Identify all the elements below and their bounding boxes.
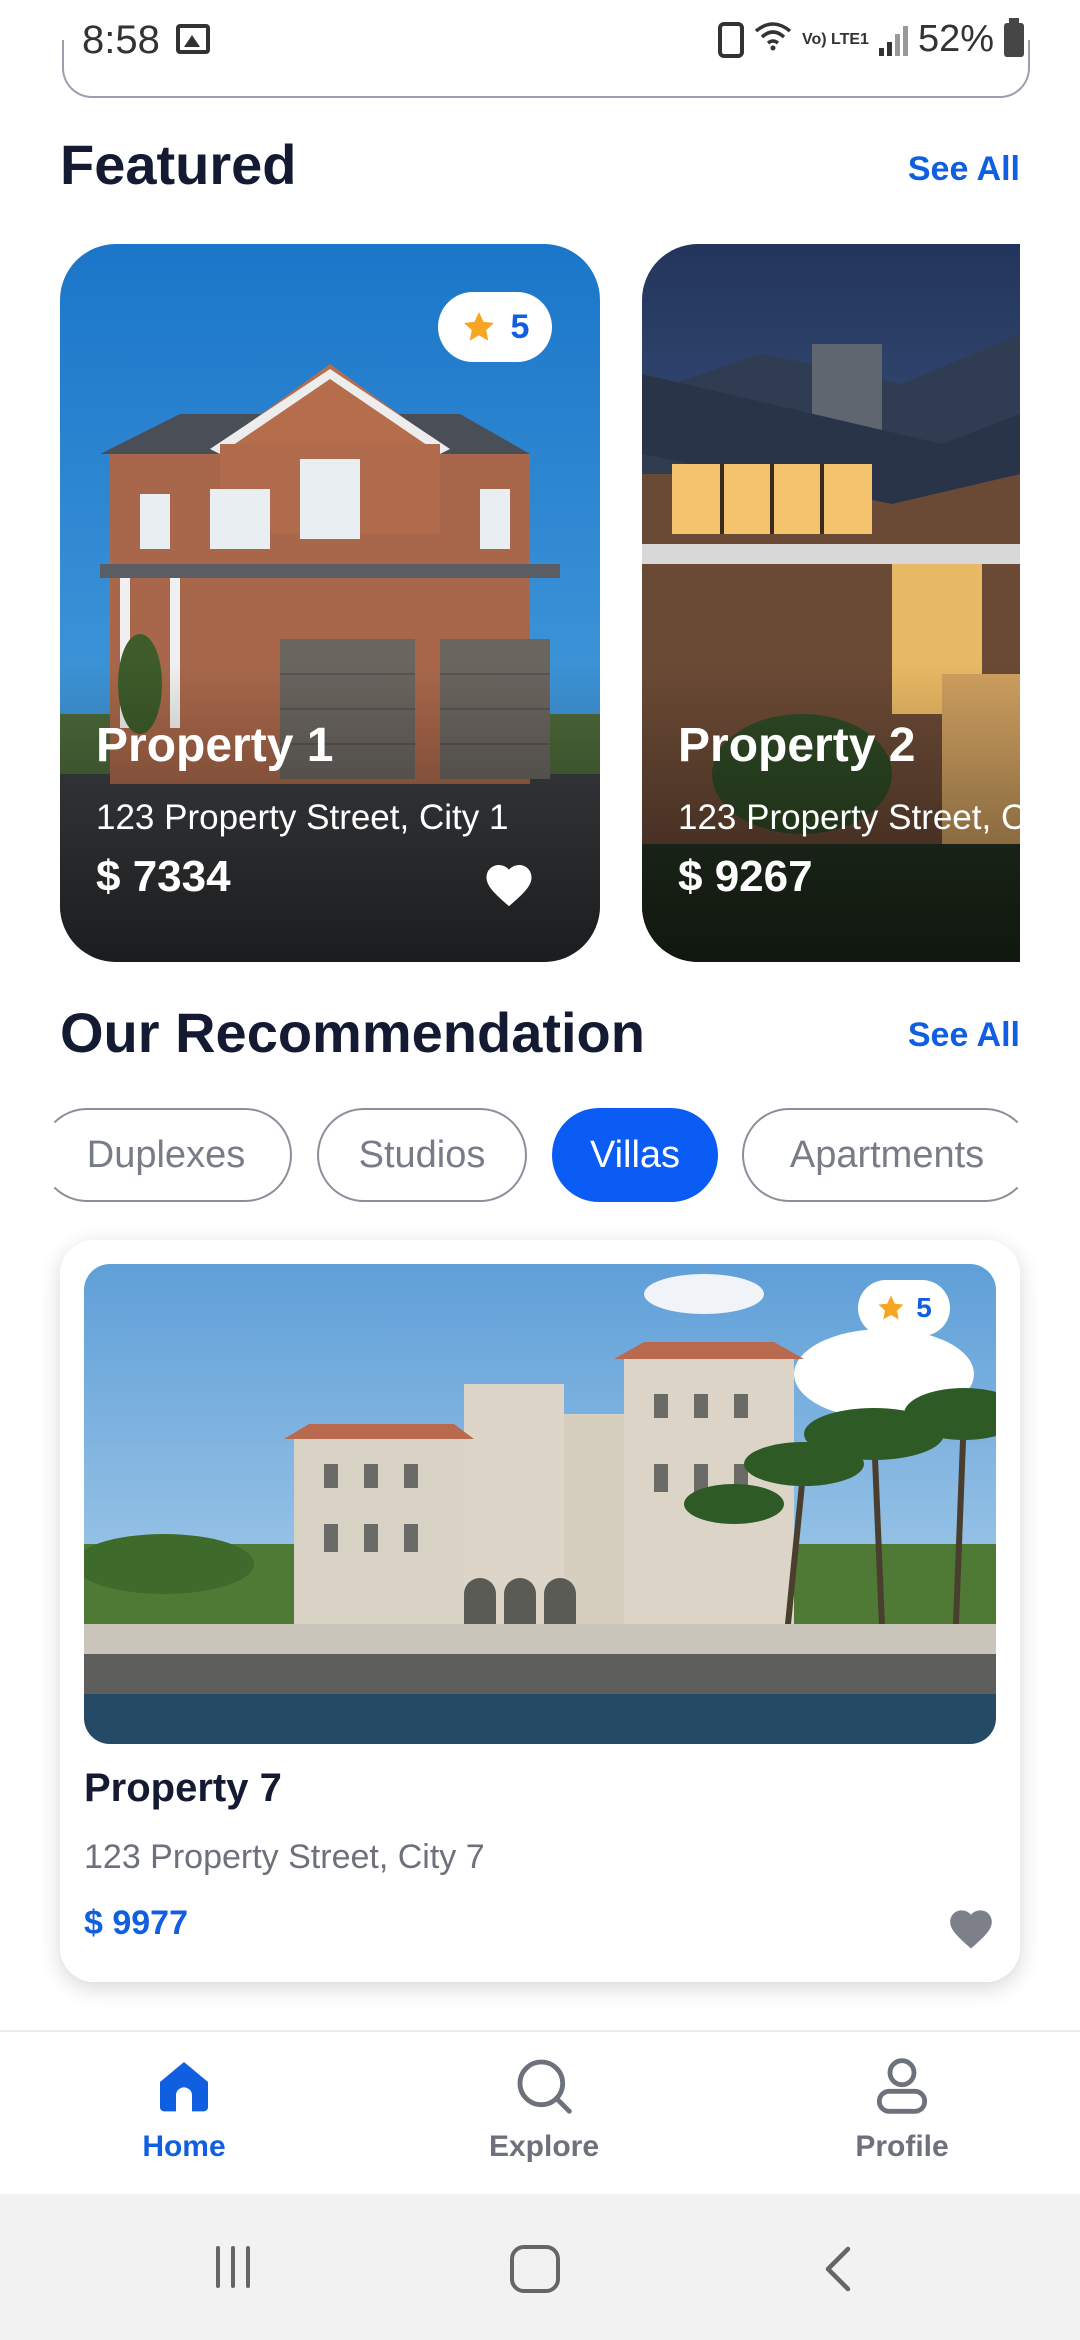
nav-profile[interactable]: Profile (802, 2054, 1002, 2184)
nav-explore[interactable]: Explore (444, 2054, 644, 2184)
rating-badge: 5 (438, 292, 552, 362)
nav-home-label: Home (142, 2130, 226, 2163)
favorite-heart-icon[interactable] (946, 1904, 996, 1950)
search-icon (517, 2059, 572, 2114)
featured-card-2[interactable]: Property 2 123 Property Street, City 2 $… (642, 244, 1020, 962)
favorite-heart-icon[interactable] (482, 858, 536, 908)
property-name: Property 7 (84, 1766, 282, 1810)
rating-value: 5 (510, 307, 530, 346)
category-filter-chips: Duplexes Studios Villas Apartments (0, 1108, 1080, 1204)
star-icon (878, 1295, 904, 1320)
property-address: 123 Property Street, City 1 (96, 798, 509, 837)
property-price: $ 7334 (96, 852, 231, 901)
nav-explore-label: Explore (488, 2130, 600, 2163)
property-address: 123 Property Street, City 7 (84, 1838, 485, 1876)
chip-villas[interactable]: Villas (552, 1108, 718, 1202)
property-price: $ 9267 (678, 852, 813, 901)
back-icon[interactable] (818, 2244, 858, 2294)
nav-profile-label: Profile (855, 2130, 949, 2163)
recommendation-title: Our Recommendation (60, 1001, 645, 1064)
property-address: 123 Property Street, City 2 (678, 798, 1020, 837)
chip-duplexes[interactable]: Duplexes (40, 1108, 292, 1202)
featured-card-1[interactable]: 5 Property 1 123 Property Street, City 1… (60, 244, 600, 962)
nav-home[interactable]: Home (84, 2054, 284, 2184)
recommendation-card[interactable]: 5 Property 7 123 Property Street, City 7… (60, 1240, 1020, 1982)
property-name: Property 2 (678, 719, 916, 772)
chip-apartments[interactable]: Apartments (742, 1108, 1032, 1202)
home-button-icon[interactable] (508, 2244, 562, 2294)
recent-apps-icon[interactable] (208, 2242, 258, 2292)
system-navigation-bar (0, 2194, 1080, 2340)
featured-see-all-link[interactable]: See All (908, 150, 1020, 189)
featured-title: Featured (60, 133, 297, 196)
home-icon (160, 2062, 208, 2112)
property-name: Property 1 (96, 719, 334, 772)
rating-badge: 5 (858, 1280, 950, 1336)
recommendation-see-all-link[interactable]: See All (908, 1016, 1020, 1055)
chip-studios[interactable]: Studios (317, 1108, 527, 1202)
star-icon (463, 312, 494, 341)
bottom-navigation: Home Explore Profile (0, 2030, 1080, 2194)
user-icon (876, 2058, 928, 2114)
search-bar[interactable] (62, 40, 1030, 98)
property-7-photo (84, 1264, 996, 1744)
property-price: $ 9977 (84, 1904, 188, 1942)
rating-value: 5 (916, 1292, 932, 1323)
